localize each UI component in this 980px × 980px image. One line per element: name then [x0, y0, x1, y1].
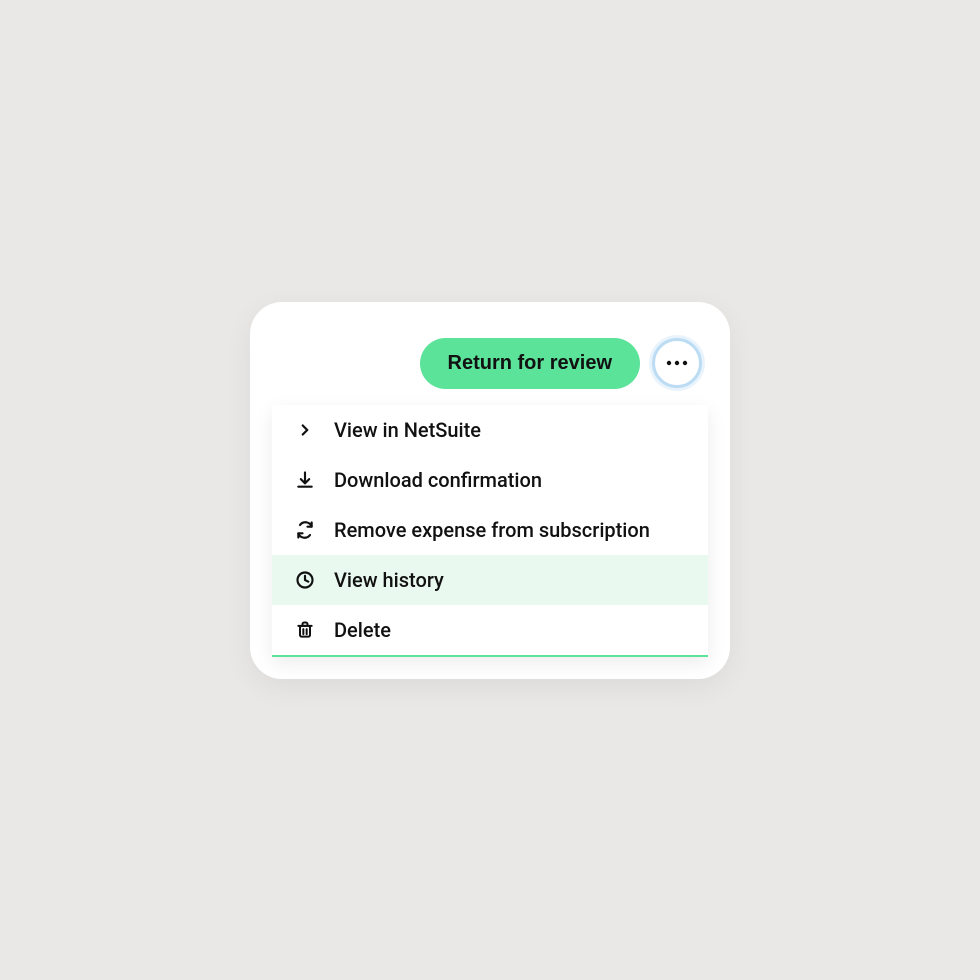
toolbar: Return for review [272, 338, 708, 389]
return-for-review-button[interactable]: Return for review [420, 338, 640, 389]
more-actions-button[interactable] [652, 338, 702, 388]
menu-item-remove-expense[interactable]: Remove expense from subscription [272, 505, 708, 555]
menu-item-label: View in NetSuite [334, 418, 481, 442]
chevron-right-icon [294, 419, 316, 441]
ellipsis-icon [666, 352, 688, 374]
menu-item-label: View history [334, 568, 444, 592]
actions-menu: View in NetSuite Download confirmation [272, 405, 708, 657]
clock-icon [294, 569, 316, 591]
download-icon [294, 469, 316, 491]
menu-item-label: Delete [334, 618, 391, 642]
menu-item-view-history[interactable]: View history [272, 555, 708, 605]
refresh-icon [294, 519, 316, 541]
trash-icon [294, 619, 316, 641]
action-card: Return for review View in NetSuite [250, 302, 730, 679]
menu-item-view-in-netsuite[interactable]: View in NetSuite [272, 405, 708, 455]
menu-item-label: Download confirmation [334, 468, 542, 492]
menu-item-download-confirmation[interactable]: Download confirmation [272, 455, 708, 505]
menu-item-delete[interactable]: Delete [272, 605, 708, 655]
menu-item-label: Remove expense from subscription [334, 518, 650, 542]
